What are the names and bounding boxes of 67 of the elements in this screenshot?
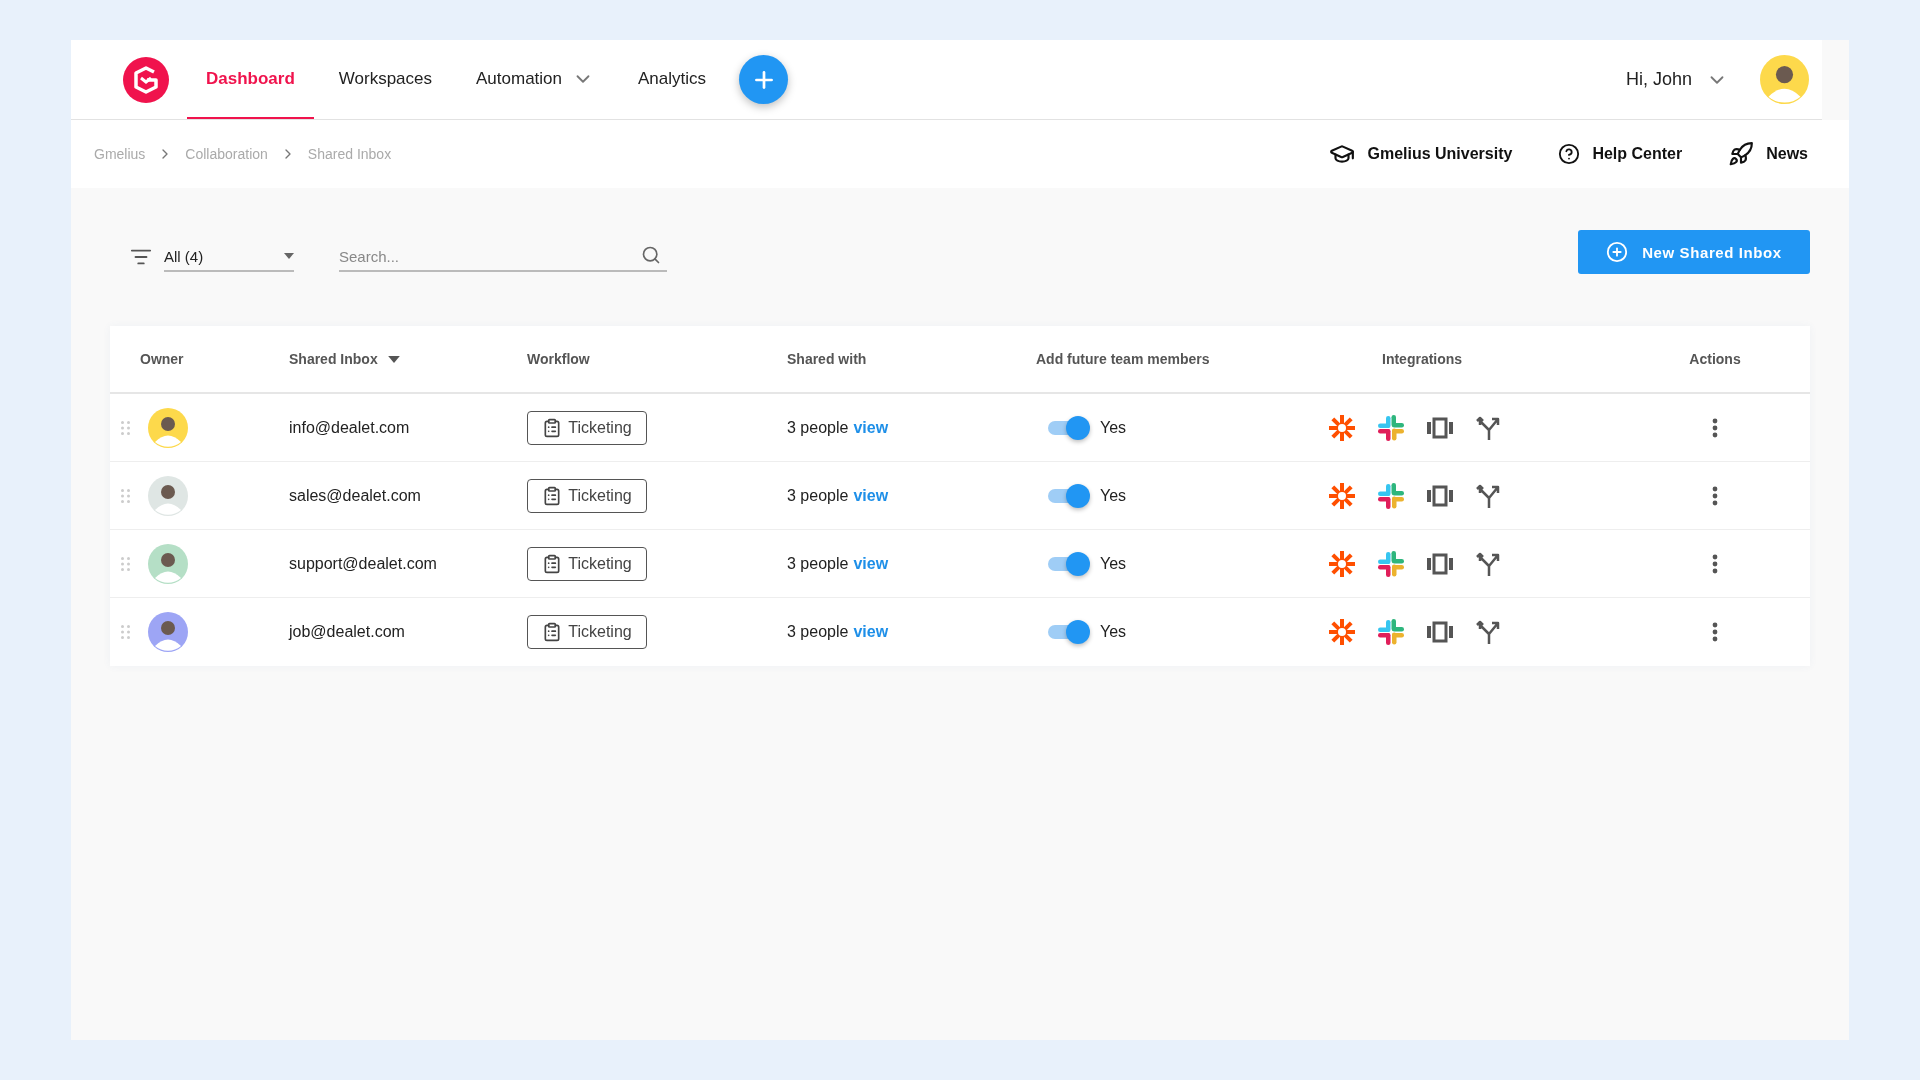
- help-link-label: Help Center: [1592, 145, 1683, 163]
- help-link[interactable]: Gmelius University: [1329, 141, 1513, 167]
- asterisk-icon[interactable]: [1328, 618, 1356, 646]
- more-actions-button[interactable]: [1712, 417, 1718, 438]
- nav-tab[interactable]: Workspaces: [319, 40, 451, 119]
- help-link[interactable]: Help Center: [1558, 143, 1683, 165]
- drag-handle-icon[interactable]: [120, 556, 130, 571]
- more-actions-button[interactable]: [1712, 622, 1718, 642]
- more-actions-button[interactable]: [1712, 553, 1718, 574]
- asterisk-icon[interactable]: [1328, 481, 1356, 510]
- help-link[interactable]: News: [1728, 141, 1808, 167]
- vertical-dots-icon: [1712, 485, 1718, 506]
- hashtag-icon[interactable]: [1377, 413, 1405, 442]
- plus-circle-icon: [1606, 241, 1629, 263]
- more-actions-button[interactable]: [1712, 485, 1718, 506]
- clipboard-icon: [542, 485, 563, 506]
- toggle-label: Yes: [1100, 554, 1127, 573]
- column-header[interactable]: Shared Inbox: [289, 351, 400, 367]
- vertical-dots-icon: [1712, 622, 1718, 642]
- toggle-label: Yes: [1100, 486, 1127, 505]
- drag-handle-icon[interactable]: [120, 488, 130, 503]
- workflow-button[interactable]: Ticketing: [527, 478, 647, 513]
- hashtag-icon[interactable]: [1377, 481, 1405, 510]
- nav-tab[interactable]: Automation: [457, 40, 613, 119]
- search-icon: [641, 245, 661, 265]
- column-header: Integrations: [1381, 351, 1463, 367]
- search-field[interactable]: Search...: [339, 242, 667, 272]
- caret-icon: [284, 253, 294, 259]
- inbox-address: info@dealet.com: [289, 418, 411, 437]
- filter-select[interactable]: All (4): [164, 242, 294, 272]
- help-icon: [1558, 143, 1581, 165]
- workflow-button[interactable]: Ticketing: [527, 546, 647, 581]
- clipboard-icon: [542, 622, 563, 642]
- help-link-label: News: [1766, 145, 1808, 163]
- toggle-label: Yes: [1100, 418, 1127, 437]
- inbox-address: sales@dealet.com: [289, 486, 422, 505]
- toggle-label: Yes: [1100, 623, 1127, 641]
- add-button[interactable]: [739, 55, 789, 104]
- column-header: Owner: [140, 351, 184, 367]
- shared-with-count: 3 people: [787, 554, 849, 573]
- clipboard-icon: [542, 553, 563, 574]
- rocket-icon: [1728, 141, 1755, 167]
- vertical-dots-icon: [1712, 417, 1718, 438]
- asterisk-icon[interactable]: [1328, 549, 1356, 578]
- clipboard-icon: [542, 417, 563, 438]
- hashtag-icon[interactable]: [1377, 618, 1405, 646]
- column-header: Shared with: [787, 351, 867, 367]
- vertical-dots-icon: [1712, 553, 1718, 574]
- drag-handle-icon[interactable]: [120, 625, 130, 639]
- help-link-label: Gmelius University: [1367, 145, 1513, 163]
- shared-with-count: 3 people: [787, 418, 849, 437]
- column-header: Actions: [1689, 351, 1741, 367]
- nav-tab[interactable]: Analytics: [619, 40, 726, 119]
- inbox-address: job@dealet.com: [289, 623, 406, 641]
- logo[interactable]: [123, 56, 169, 103]
- inbox-address: support@dealet.com: [289, 554, 438, 573]
- shared-with-count: 3 people: [787, 623, 849, 641]
- user-menu[interactable]: Hi, John: [1619, 40, 1734, 119]
- asterisk-icon[interactable]: [1328, 413, 1356, 442]
- column-header: Add future team members: [1036, 351, 1210, 367]
- drag-handle-icon[interactable]: [120, 420, 130, 435]
- workflow-button[interactable]: Ticketing: [527, 615, 647, 649]
- hashtag-icon[interactable]: [1377, 549, 1405, 578]
- shared-with-count: 3 people: [787, 486, 849, 505]
- workflow-button[interactable]: Ticketing: [527, 410, 647, 445]
- column-header: Workflow: [527, 351, 590, 367]
- sort-caret-icon: [387, 355, 400, 363]
